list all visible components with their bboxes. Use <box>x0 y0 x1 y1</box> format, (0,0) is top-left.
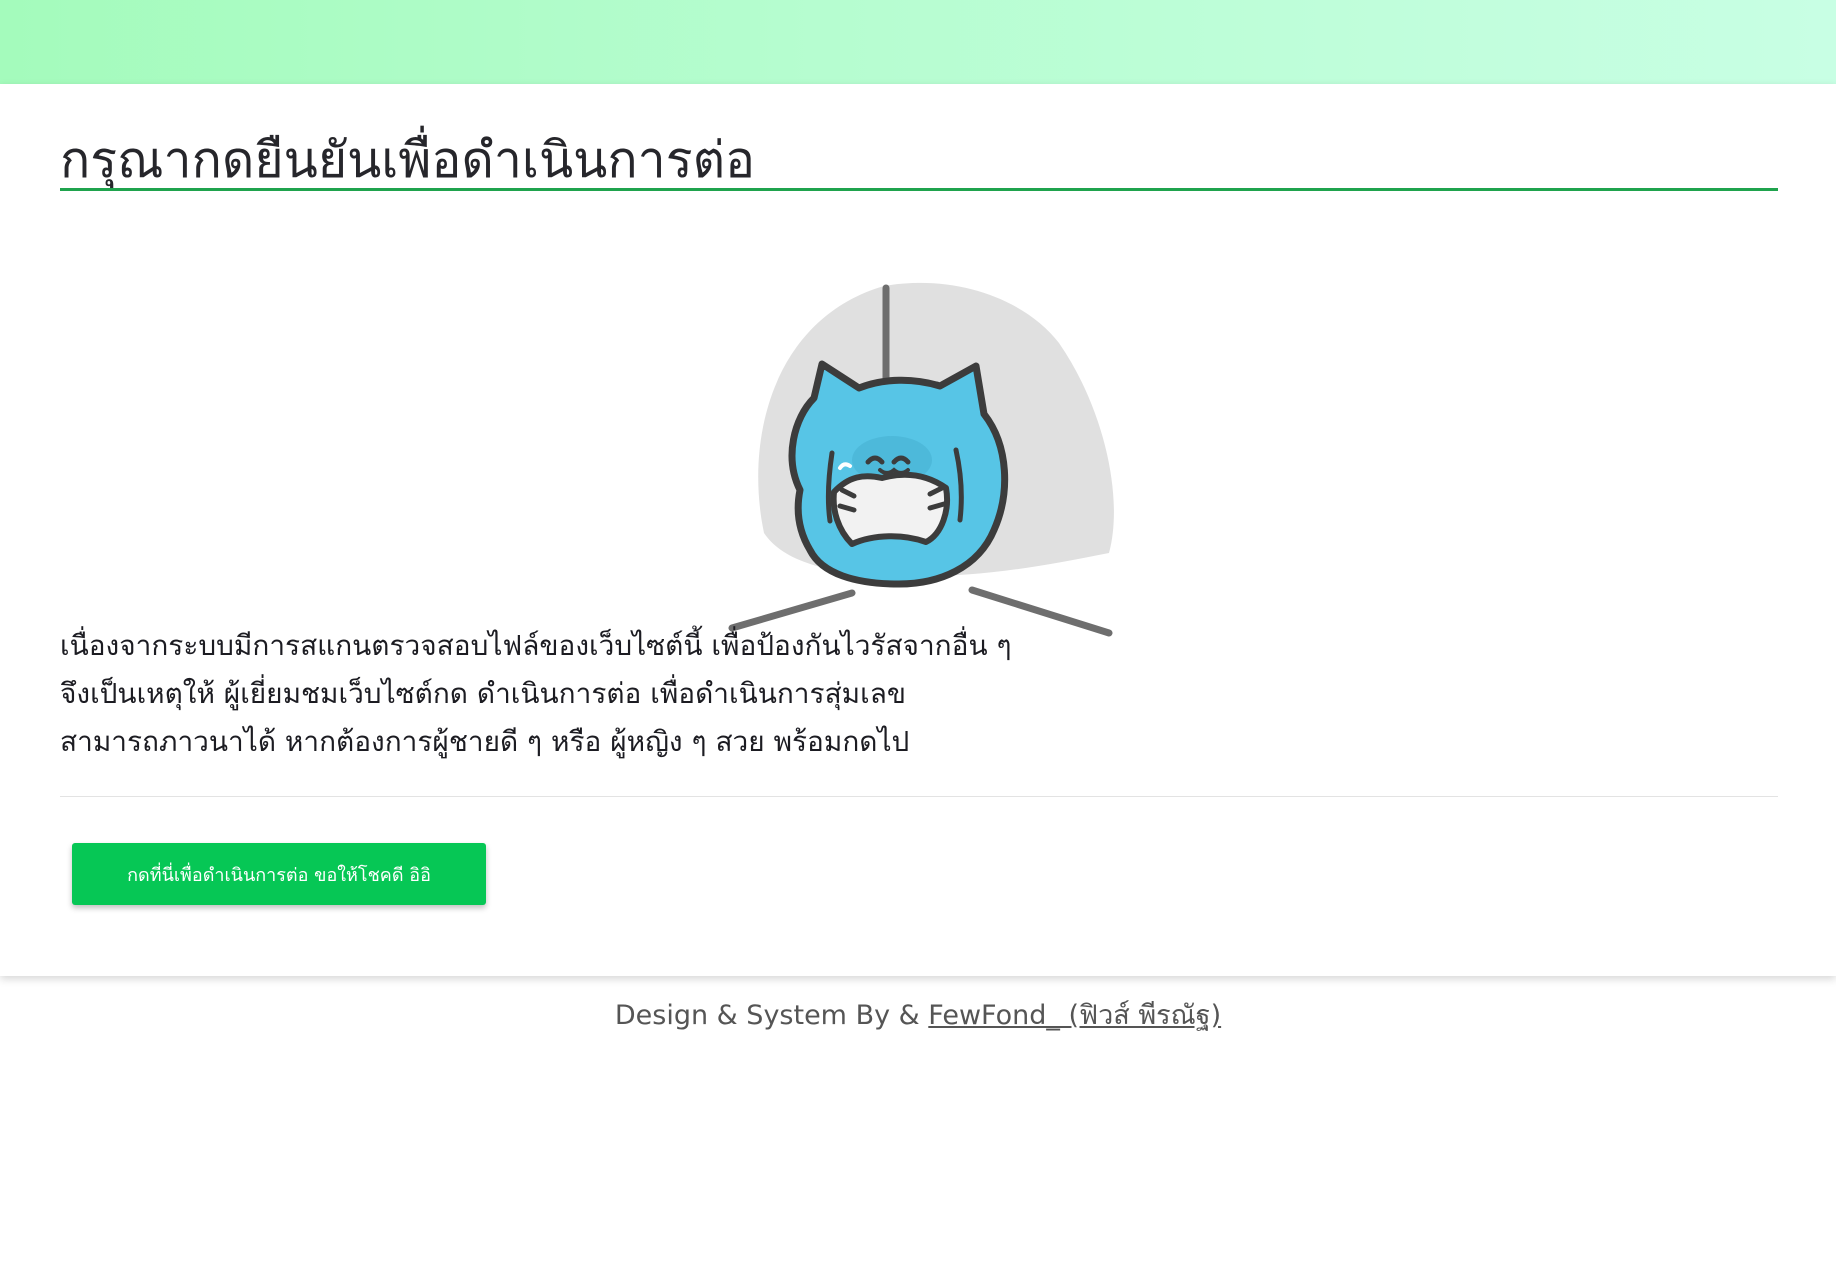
footer-credit: Design & System By & FewFond_ (ฟิวส์ พีร… <box>0 994 1836 1038</box>
blue-cat-mascot-icon <box>714 238 1114 658</box>
message-line: จึงเป็นเหตุให้ ผู้เยี่ยมชมเว็บไซต์กด ดำเ… <box>60 677 906 710</box>
top-gradient-band <box>0 0 1836 84</box>
message-line: เนื่องจากระบบมีการสแกนตรวจสอบไฟล์ของเว็บ… <box>60 629 1012 662</box>
message-line: สามารถภาวนาได้ หากต้องการผู้ชายดี ๆ หรือ… <box>60 725 910 758</box>
author-link[interactable]: FewFond_ (ฟิวส์ พีรณัฐ) <box>928 1000 1221 1031</box>
page-title: กรุณากดยืนยันเพื่อดำเนินการต่อ <box>60 131 756 189</box>
notice-message: เนื่องจากระบบมีการสแกนตรวจสอบไฟล์ของเว็บ… <box>60 622 1460 766</box>
section-divider <box>60 796 1778 797</box>
proceed-button[interactable]: กดที่นี่เพื่อดำเนินการต่อ ขอให้โชคดี อิอ… <box>72 843 486 905</box>
main-card: กรุณากดยืนยันเพื่อดำเนินการต่อ เนื่องจาก… <box>0 84 1836 976</box>
title-underline <box>60 188 1778 191</box>
footer-prefix: Design & System By & <box>614 1000 929 1031</box>
